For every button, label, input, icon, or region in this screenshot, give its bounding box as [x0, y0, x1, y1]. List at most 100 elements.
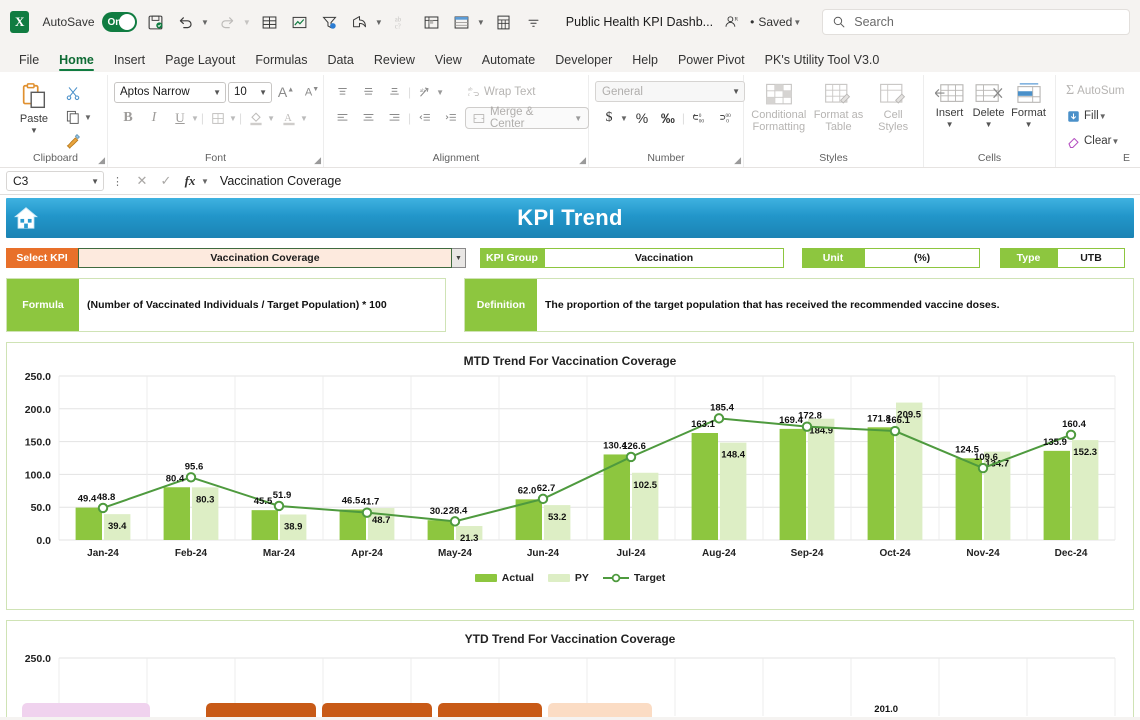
- font-color-chevron-down-icon[interactable]: ▼: [300, 114, 308, 123]
- number-format-chevron-down-icon[interactable]: ▼: [732, 87, 740, 96]
- insert-chevron-down-icon[interactable]: ▼: [946, 120, 954, 129]
- cell-styles-button[interactable]: Cell Styles: [869, 79, 917, 133]
- redo-dropdown-icon[interactable]: ▼: [243, 18, 251, 27]
- clear-button[interactable]: Clear ▼: [1062, 130, 1123, 152]
- align-bottom-button[interactable]: [382, 81, 406, 103]
- number-dialog-launcher-icon[interactable]: ◢: [734, 155, 741, 166]
- share-dropdown-icon[interactable]: ▼: [375, 18, 383, 27]
- formula-input[interactable]: Vaccination Coverage: [212, 171, 1134, 191]
- spelling-icon[interactable]: ab c?: [390, 9, 413, 35]
- sheet-tab-4[interactable]: [438, 703, 542, 717]
- customize-qat-icon[interactable]: [522, 9, 545, 35]
- align-left-button[interactable]: [330, 107, 354, 129]
- tab-automate[interactable]: Automate: [473, 50, 545, 72]
- sheet-tab-5[interactable]: [548, 703, 652, 717]
- borders-button[interactable]: [206, 107, 230, 129]
- increase-decimal-button[interactable]: 0 00: [687, 107, 711, 129]
- merge-and-center-button[interactable]: Merge & Center ▼: [465, 106, 590, 130]
- number-format-select[interactable]: General ▼: [595, 81, 745, 102]
- save-status[interactable]: • Saved ▼: [750, 15, 801, 29]
- tab-data[interactable]: Data: [318, 50, 362, 72]
- chart-icon[interactable]: [288, 9, 311, 35]
- font-name-chevron-down-icon[interactable]: ▼: [213, 88, 221, 97]
- insert-function-icon[interactable]: fx: [180, 173, 200, 189]
- insert-cells-button[interactable]: Insert ▼: [930, 79, 969, 129]
- underline-button[interactable]: U: [168, 107, 192, 129]
- share-icon[interactable]: [348, 9, 371, 35]
- fill-color-button[interactable]: [244, 107, 268, 129]
- undo-dropdown-icon[interactable]: ▼: [201, 18, 209, 27]
- calculate-icon[interactable]: [492, 9, 515, 35]
- delete-cells-button[interactable]: Delete ▼: [969, 79, 1008, 129]
- tab-developer[interactable]: Developer: [546, 50, 621, 72]
- copy-chevron-down-icon[interactable]: ▼: [84, 113, 92, 122]
- align-center-button[interactable]: [356, 107, 380, 129]
- autosave-toggle[interactable]: On: [101, 12, 137, 32]
- legend-item-py[interactable]: PY: [547, 572, 589, 584]
- sheet-tab-3[interactable]: [322, 703, 432, 717]
- align-top-button[interactable]: [330, 81, 354, 103]
- table-icon[interactable]: [258, 9, 281, 35]
- font-color-button[interactable]: A: [277, 107, 301, 129]
- name-box-chevron-down-icon[interactable]: ▼: [91, 177, 99, 186]
- decrease-decimal-button[interactable]: 00 0: [713, 107, 737, 129]
- percent-style-button[interactable]: %: [630, 107, 654, 129]
- font-name-select[interactable]: Aptos Narrow ▼: [114, 81, 226, 103]
- copy-button[interactable]: [61, 106, 85, 128]
- sheet-tab-2[interactable]: [206, 703, 316, 717]
- orientation-chevron-down-icon[interactable]: ▼: [436, 88, 444, 97]
- paste-button[interactable]: Paste ▼: [10, 79, 58, 135]
- pivot-table-icon[interactable]: [420, 9, 443, 35]
- increase-indent-button[interactable]: [439, 107, 463, 129]
- document-title[interactable]: Public Health KPI Dashb...: [566, 15, 713, 29]
- decrease-indent-button[interactable]: [413, 107, 437, 129]
- autosum-button[interactable]: Σ AutoSum: [1062, 80, 1128, 102]
- save-icon[interactable]: [144, 9, 167, 35]
- redo-icon[interactable]: [216, 9, 239, 35]
- permissions-icon[interactable]: R: [720, 9, 743, 35]
- align-middle-button[interactable]: [356, 81, 380, 103]
- currency-button[interactable]: $: [597, 107, 621, 129]
- tab-power-pivot[interactable]: Power Pivot: [669, 50, 754, 72]
- format-table-icon[interactable]: [450, 9, 473, 35]
- underline-chevron-down-icon[interactable]: ▼: [191, 114, 199, 123]
- merge-chevron-down-icon[interactable]: ▼: [574, 114, 582, 123]
- cancel-icon[interactable]: ✕: [132, 173, 152, 189]
- mtd-chart-plot[interactable]: 0.0 50.0 100.0 150.0 200.0 250.0 39.4 Jan-24 80.…: [7, 368, 1133, 568]
- orientation-button[interactable]: ab: [413, 81, 437, 103]
- format-cells-button[interactable]: Format ▼: [1008, 79, 1049, 129]
- tab-help[interactable]: Help: [623, 50, 667, 72]
- font-dialog-launcher-icon[interactable]: ◢: [314, 155, 321, 166]
- currency-chevron-down-icon[interactable]: ▼: [620, 114, 628, 123]
- legend-item-actual[interactable]: Actual: [474, 572, 534, 584]
- format-as-table-button[interactable]: Format as Table: [810, 79, 868, 133]
- wrap-text-button[interactable]: ab c Wrap Text: [462, 81, 539, 103]
- filter-icon[interactable]: [318, 9, 341, 35]
- confirm-icon[interactable]: ✓: [156, 173, 176, 189]
- tab-pks-utility-tool[interactable]: PK's Utility Tool V3.0: [756, 50, 889, 72]
- formula-bar-options-icon[interactable]: ⋮: [108, 175, 128, 188]
- delete-chevron-down-icon[interactable]: ▼: [985, 120, 993, 129]
- clipboard-dialog-launcher-icon[interactable]: ◢: [98, 155, 105, 166]
- font-size-chevron-down-icon[interactable]: ▼: [259, 88, 267, 97]
- search-input[interactable]: Search: [822, 9, 1130, 35]
- undo-icon[interactable]: [174, 9, 197, 35]
- align-right-button[interactable]: [382, 107, 406, 129]
- bold-button[interactable]: B: [116, 107, 140, 129]
- tab-file[interactable]: File: [10, 50, 48, 72]
- clear-chevron-down-icon[interactable]: ▼: [1111, 137, 1119, 146]
- tab-insert[interactable]: Insert: [105, 50, 154, 72]
- format-painter-button[interactable]: [61, 130, 85, 152]
- home-icon[interactable]: [12, 204, 40, 232]
- borders-chevron-down-icon[interactable]: ▼: [229, 114, 237, 123]
- decrease-font-size-button[interactable]: A▼: [300, 81, 324, 103]
- italic-button[interactable]: I: [142, 107, 166, 129]
- cut-button[interactable]: [61, 82, 85, 104]
- select-kpi-chevron-down-icon[interactable]: ▼: [452, 248, 466, 268]
- paste-chevron-down-icon[interactable]: ▼: [30, 126, 38, 135]
- select-kpi-dropdown[interactable]: Vaccination Coverage: [78, 248, 452, 268]
- conditional-formatting-button[interactable]: Conditional Formatting: [750, 79, 808, 133]
- tab-review[interactable]: Review: [365, 50, 424, 72]
- legend-item-target[interactable]: Target: [602, 572, 665, 584]
- format-chevron-down-icon[interactable]: ▼: [1025, 120, 1033, 129]
